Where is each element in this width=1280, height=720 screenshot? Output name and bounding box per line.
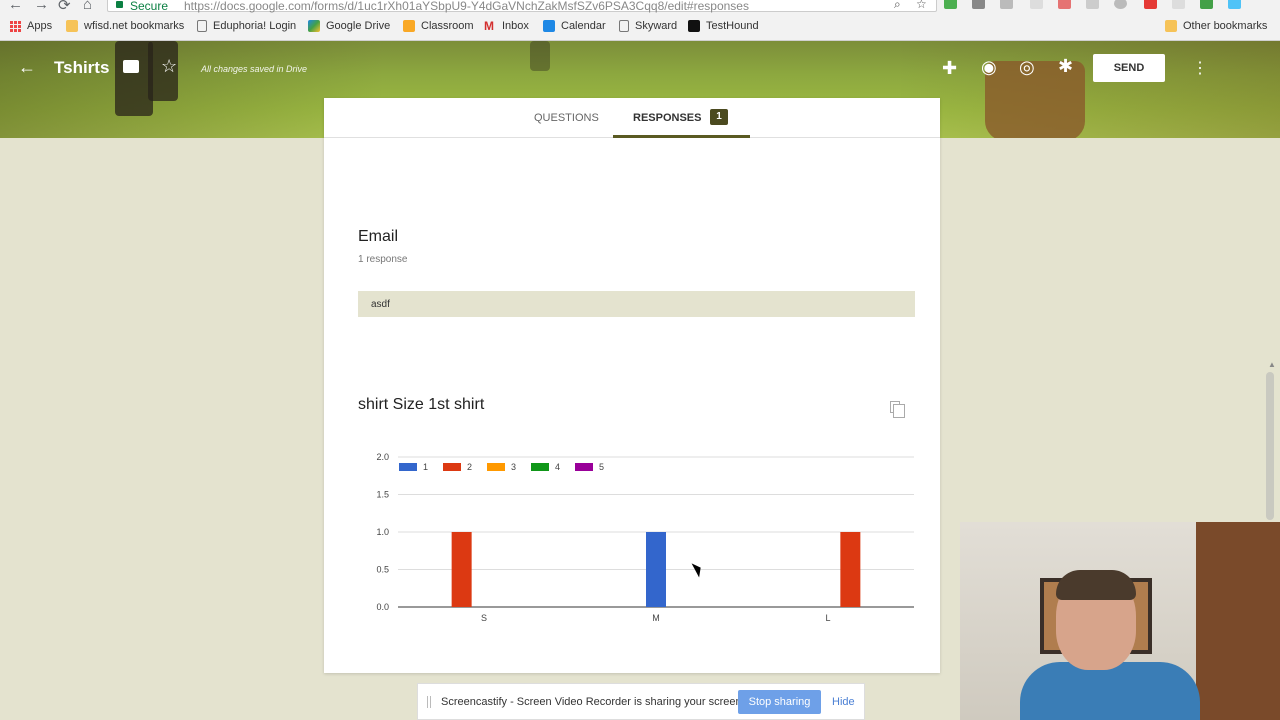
- bookmark-skyward[interactable]: Skyward: [619, 20, 677, 32]
- chart-bar: [840, 532, 861, 607]
- extension-icon[interactable]: [1000, 0, 1013, 9]
- extension-icon[interactable]: [1114, 0, 1127, 9]
- legend-label: 1: [423, 462, 428, 472]
- extension-icon[interactable]: [1228, 0, 1241, 9]
- x-tick-label: M: [652, 613, 660, 623]
- save-status: All changes saved in Drive: [201, 64, 308, 74]
- page-icon: [619, 20, 629, 32]
- extension-icon[interactable]: [1030, 0, 1043, 9]
- chart-bar: [646, 532, 666, 607]
- legend-label: 3: [511, 462, 516, 472]
- home-icon[interactable]: ⌂: [83, 0, 92, 13]
- other-bookmarks-label: Other bookmarks: [1183, 20, 1268, 32]
- webcam-person-hair: [1056, 570, 1136, 600]
- bookmark-label: Skyward: [635, 20, 678, 32]
- folder-icon: [1165, 20, 1177, 32]
- chart-bar: [451, 532, 472, 607]
- responses-card: QUESTIONS RESPONSES 1 Email 1 response a…: [324, 98, 940, 673]
- legend-swatch: [399, 463, 417, 471]
- extension-icon[interactable]: [1172, 0, 1185, 9]
- back-icon[interactable]: ←: [8, 0, 23, 13]
- bookmark-label: Apps: [27, 20, 53, 32]
- bookmark-calendar[interactable]: Calendar: [543, 20, 606, 32]
- bookmark-eduphoria[interactable]: Eduphoria! Login: [197, 20, 296, 32]
- bookmark-apps[interactable]: Apps: [10, 20, 52, 32]
- drag-handle-icon[interactable]: [427, 696, 431, 708]
- header-image-figure: [530, 41, 550, 71]
- legend-swatch: [575, 463, 593, 471]
- x-tick-label: L: [825, 613, 830, 623]
- reload-icon[interactable]: ⟳: [58, 0, 71, 13]
- folder-icon: [66, 20, 78, 32]
- bookmarks-bar: Apps wfisd.net bookmarks Eduphoria! Logi…: [0, 13, 1280, 41]
- bookmark-label: Classroom: [421, 20, 474, 32]
- browser-address-row: ← → ⟳ ⌂ Secure https://docs.google.com/f…: [0, 0, 1280, 13]
- extension-icon[interactable]: [972, 0, 985, 9]
- back-arrow-icon[interactable]: ←: [18, 57, 36, 78]
- drive-icon: [308, 20, 320, 32]
- extension-icon[interactable]: [1058, 0, 1071, 9]
- bookmark-wfisd[interactable]: wfisd.net bookmarks: [66, 20, 184, 32]
- bookmark-label: wfisd.net bookmarks: [84, 20, 185, 32]
- y-tick-label: 1.5: [376, 490, 389, 500]
- classroom-icon: [403, 20, 415, 32]
- gmail-icon: M: [484, 19, 494, 33]
- extension-icon[interactable]: [1086, 0, 1099, 9]
- addons-puzzle-icon[interactable]: ✚: [942, 58, 957, 79]
- screencastify-bar: Screencastify - Screen Video Recorder is…: [417, 683, 865, 720]
- bookmark-label: Calendar: [561, 20, 606, 32]
- calendar-icon: [543, 20, 555, 32]
- apps-grid-icon: [10, 20, 21, 32]
- extension-icon[interactable]: [1144, 0, 1157, 9]
- forward-icon[interactable]: →: [34, 0, 49, 13]
- zoom-icon[interactable]: ⌕: [894, 0, 901, 12]
- legend-swatch: [531, 463, 549, 471]
- bookmark-testhound[interactable]: TestHound: [688, 20, 759, 32]
- settings-gear-icon[interactable]: ✱: [1058, 56, 1073, 77]
- preview-eye-icon[interactable]: ◎: [1019, 57, 1035, 78]
- bookmark-google-drive[interactable]: Google Drive: [308, 20, 390, 32]
- y-tick-label: 0.5: [376, 565, 389, 575]
- more-options-icon[interactable]: ⋮: [1192, 58, 1208, 78]
- x-tick-label: S: [481, 613, 487, 623]
- secure-label: Secure: [130, 0, 169, 13]
- bookmark-label: Eduphoria! Login: [213, 20, 297, 32]
- legend-label: 5: [599, 462, 604, 472]
- palette-icon[interactable]: ◉: [981, 57, 997, 78]
- scroll-up-icon[interactable]: ▲: [1268, 360, 1276, 369]
- webcam-overlay: [960, 522, 1280, 720]
- folder-icon[interactable]: [123, 60, 139, 73]
- shirt-size-bar-chart: 0.0 0.5 1.0 1.5 2.0 S M L 1 2 3 4 5: [376, 452, 914, 623]
- webcam-cabinet: [1196, 522, 1280, 720]
- legend-swatch: [443, 463, 461, 471]
- bookmark-other[interactable]: Other bookmarks: [1165, 20, 1267, 32]
- form-title[interactable]: Tshirts: [54, 58, 109, 78]
- legend-swatch: [487, 463, 505, 471]
- bookmark-classroom[interactable]: Classroom: [403, 20, 474, 32]
- url-text[interactable]: https://docs.google.com/forms/d/1uc1rXh0…: [184, 0, 749, 13]
- y-tick-label: 1.0: [376, 527, 389, 537]
- webcam-person-shirt: [1020, 662, 1200, 720]
- bookmark-label: Inbox: [502, 20, 529, 32]
- page-scrollbar[interactable]: [1266, 372, 1274, 520]
- y-tick-label: 0.0: [376, 602, 389, 612]
- page-icon: [197, 20, 207, 32]
- send-button[interactable]: SEND: [1093, 54, 1165, 82]
- legend-label: 2: [467, 462, 472, 472]
- sharing-message: Screencastify - Screen Video Recorder is…: [441, 696, 745, 708]
- legend-label: 4: [555, 462, 560, 472]
- star-icon[interactable]: ☆: [161, 56, 177, 77]
- extension-icon[interactable]: [944, 0, 957, 9]
- extension-icon[interactable]: [1200, 0, 1213, 9]
- stop-sharing-button[interactable]: Stop sharing: [738, 690, 821, 714]
- testhound-icon: [688, 20, 700, 32]
- bookmark-label: TestHound: [706, 20, 759, 32]
- lock-icon: [116, 1, 123, 8]
- bookmark-inbox[interactable]: M Inbox: [484, 20, 529, 32]
- hide-link[interactable]: Hide: [832, 696, 855, 708]
- bookmark-label: Google Drive: [326, 20, 391, 32]
- bookmark-star-icon[interactable]: ☆: [916, 0, 927, 11]
- address-bar[interactable]: Secure https://docs.google.com/forms/d/1…: [107, 0, 937, 13]
- y-tick-label: 2.0: [376, 452, 389, 462]
